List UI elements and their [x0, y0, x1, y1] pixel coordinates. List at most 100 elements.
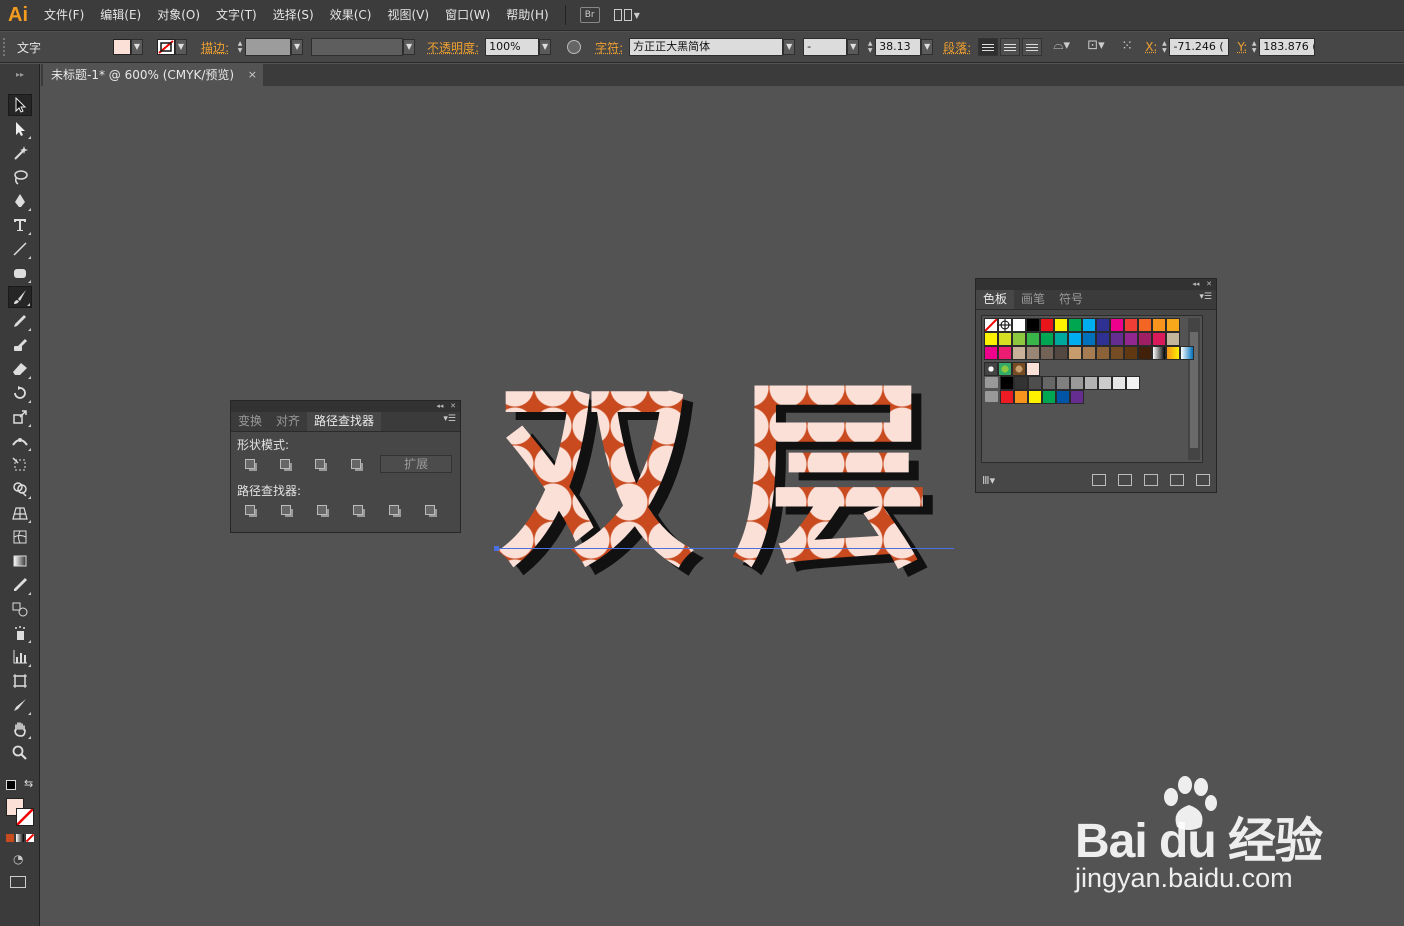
divide-button[interactable] [239, 500, 261, 520]
color-swatch[interactable] [1028, 376, 1042, 390]
color-swatch[interactable] [1096, 318, 1110, 332]
menu-type[interactable]: 文字(T) [208, 0, 265, 31]
show-swatch-kinds-icon[interactable] [1092, 474, 1106, 486]
minus-front-button[interactable] [274, 454, 295, 474]
stroke-weight-field[interactable] [245, 38, 292, 56]
swatch-options-icon[interactable] [1118, 474, 1132, 486]
text-anchor-point[interactable] [494, 546, 499, 551]
color-swatch[interactable] [1070, 376, 1084, 390]
shape-builder-tool[interactable] [8, 478, 32, 500]
menu-object[interactable]: 对象(O) [149, 0, 208, 31]
type-tool[interactable] [8, 214, 32, 236]
line-segment-tool[interactable] [8, 238, 32, 260]
color-swatch[interactable] [1084, 376, 1098, 390]
color-swatch[interactable] [1166, 346, 1180, 360]
font-size-stepper[interactable]: ▲ ▼ [865, 38, 875, 56]
color-swatch[interactable] [1026, 318, 1040, 332]
workspace-switcher[interactable]: ▼ [613, 7, 642, 23]
align-center-button[interactable] [1000, 38, 1021, 56]
color-swatch[interactable] [1126, 376, 1140, 390]
color-swatch[interactable] [984, 346, 998, 360]
tab-transform[interactable]: 变换 [231, 412, 269, 431]
unite-button[interactable] [239, 454, 260, 474]
gradient-tool[interactable] [8, 550, 32, 572]
color-swatch[interactable] [1028, 390, 1042, 404]
stroke-swatch[interactable] [16, 808, 34, 826]
color-swatch[interactable] [1096, 332, 1110, 346]
screen-mode-icon[interactable] [10, 876, 26, 888]
color-swatch[interactable] [1012, 362, 1026, 376]
color-swatch[interactable] [1166, 318, 1180, 332]
stroke-weight-dropdown[interactable]: ▼ [291, 39, 304, 55]
align-left-button[interactable] [978, 38, 999, 56]
swatch-libraries-icon[interactable]: Ⅲ▾ [982, 474, 995, 487]
color-swatch[interactable] [998, 332, 1012, 346]
crop-button[interactable] [347, 500, 369, 520]
exclude-button[interactable] [345, 454, 366, 474]
color-swatch[interactable] [1068, 332, 1082, 346]
color-swatch[interactable] [1068, 346, 1082, 360]
zoom-tool[interactable] [8, 742, 32, 764]
color-swatch[interactable] [1014, 376, 1028, 390]
blend-tool[interactable] [8, 598, 32, 620]
color-swatch[interactable] [1124, 318, 1138, 332]
color-swatch[interactable] [1112, 376, 1126, 390]
color-swatch[interactable] [1054, 318, 1068, 332]
color-swatch[interactable] [984, 332, 998, 346]
swap-colors-icon[interactable]: ⇆ [24, 777, 33, 790]
opacity-field[interactable]: 100% [485, 38, 540, 56]
color-swatch[interactable] [1040, 332, 1054, 346]
tab-align[interactable]: 对齐 [269, 412, 307, 431]
bridge-button[interactable]: Br [579, 7, 600, 23]
color-swatch[interactable] [1054, 332, 1068, 346]
artboard-tool[interactable] [8, 670, 32, 692]
drawing-mode-icon[interactable]: ◔ [13, 852, 23, 866]
color-swatch[interactable] [1138, 318, 1152, 332]
color-swatch[interactable] [998, 318, 1012, 332]
fill-color-swatch[interactable] [113, 39, 131, 55]
menu-window[interactable]: 窗口(W) [437, 0, 498, 31]
text-artwork[interactable]: 双 层 双 层 [496, 369, 966, 597]
width-tool[interactable] [8, 430, 32, 452]
opacity-label[interactable]: 不透明度: [421, 39, 485, 56]
color-swatch[interactable] [1000, 376, 1014, 390]
tab-symbols[interactable]: 符号 [1052, 290, 1090, 309]
color-swatch[interactable] [1152, 318, 1166, 332]
color-swatch[interactable] [1026, 332, 1040, 346]
merge-button[interactable] [311, 500, 333, 520]
font-style-dropdown[interactable]: ▼ [847, 39, 860, 55]
menu-view[interactable]: 视图(V) [379, 0, 437, 31]
color-swatch[interactable] [1110, 318, 1124, 332]
gradient-button[interactable] [16, 834, 24, 842]
opacity-dropdown[interactable]: ▼ [539, 39, 552, 55]
menu-file[interactable]: 文件(F) [36, 0, 92, 31]
lasso-tool[interactable] [8, 166, 32, 188]
variable-width-profile[interactable] [311, 38, 404, 56]
perspective-grid-tool[interactable] [8, 502, 32, 524]
color-swatch[interactable] [1054, 346, 1068, 360]
transform-icon[interactable]: ⊡▾ [1087, 38, 1115, 56]
x-stepper[interactable]: ▲ ▼ [1159, 38, 1169, 56]
toolbar-grip[interactable]: ▸▸ [0, 64, 40, 86]
color-swatch[interactable] [1012, 332, 1026, 346]
align-right-button[interactable] [1022, 38, 1043, 56]
color-swatch[interactable] [1124, 332, 1138, 346]
none-button[interactable] [25, 833, 35, 843]
color-swatch[interactable] [1012, 318, 1026, 332]
y-stepper[interactable]: ▲ ▼ [1249, 38, 1259, 56]
color-swatch[interactable] [1082, 332, 1096, 346]
character-label[interactable]: 字符: [589, 39, 629, 56]
color-swatch[interactable] [1026, 362, 1040, 376]
close-icon[interactable]: × [248, 64, 257, 86]
font-style-field[interactable]: - [803, 38, 848, 56]
slice-tool[interactable] [8, 694, 32, 716]
color-swatch[interactable] [1110, 346, 1124, 360]
color-swatch[interactable] [1082, 346, 1096, 360]
panel-menu-icon[interactable]: ▾☰ [1199, 292, 1212, 302]
reference-point-icon[interactable]: ⁙ [1121, 38, 1143, 56]
new-color-group-icon[interactable] [1144, 474, 1158, 486]
fill-dropdown[interactable]: ▼ [131, 39, 143, 55]
y-label[interactable]: Y: [1229, 40, 1249, 54]
color-swatch[interactable] [1152, 332, 1166, 346]
color-swatch[interactable] [1166, 332, 1180, 346]
